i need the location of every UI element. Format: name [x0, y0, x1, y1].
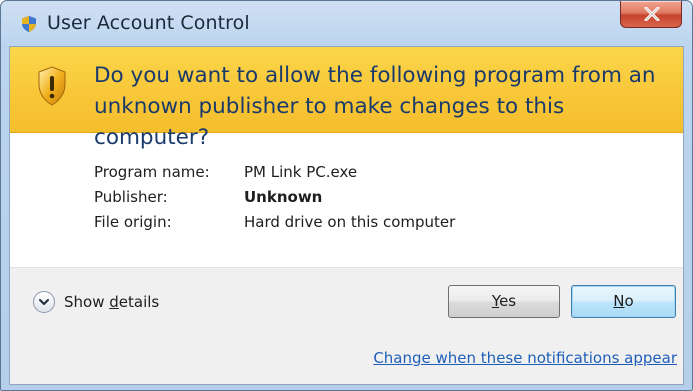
show-details-toggle[interactable]: Show details [33, 290, 159, 314]
dialog-content: Do you want to allow the following progr… [9, 46, 684, 385]
publisher-label: Publisher: [94, 188, 168, 206]
warning-shield-icon [37, 66, 67, 106]
close-x-icon [644, 7, 660, 21]
window-title: User Account Control [47, 12, 250, 34]
file-origin-value: Hard drive on this computer [244, 213, 456, 231]
chevron-down-icon[interactable] [33, 291, 55, 313]
file-origin-label: File origin: [94, 213, 172, 231]
show-details-label[interactable]: Show details [64, 293, 159, 311]
close-button[interactable] [620, 1, 682, 28]
uac-shield-icon [20, 15, 38, 33]
warning-banner: Do you want to allow the following progr… [10, 47, 683, 150]
yes-button[interactable]: Yes [448, 285, 560, 318]
uac-dialog-window: User Account Control Do you want to allo… [0, 0, 693, 391]
publisher-value: Unknown [244, 188, 323, 206]
dialog-footer: Show details Yes No Change when these no… [10, 268, 683, 384]
program-name-value: PM Link PC.exe [244, 163, 358, 181]
title-bar[interactable]: User Account Control [1, 1, 692, 45]
program-name-label: Program name: [94, 163, 210, 181]
no-button[interactable]: No [571, 285, 676, 318]
change-notifications-link[interactable]: Change when these notifications appear [373, 349, 677, 367]
prompt-question: Do you want to allow the following progr… [94, 63, 656, 150]
